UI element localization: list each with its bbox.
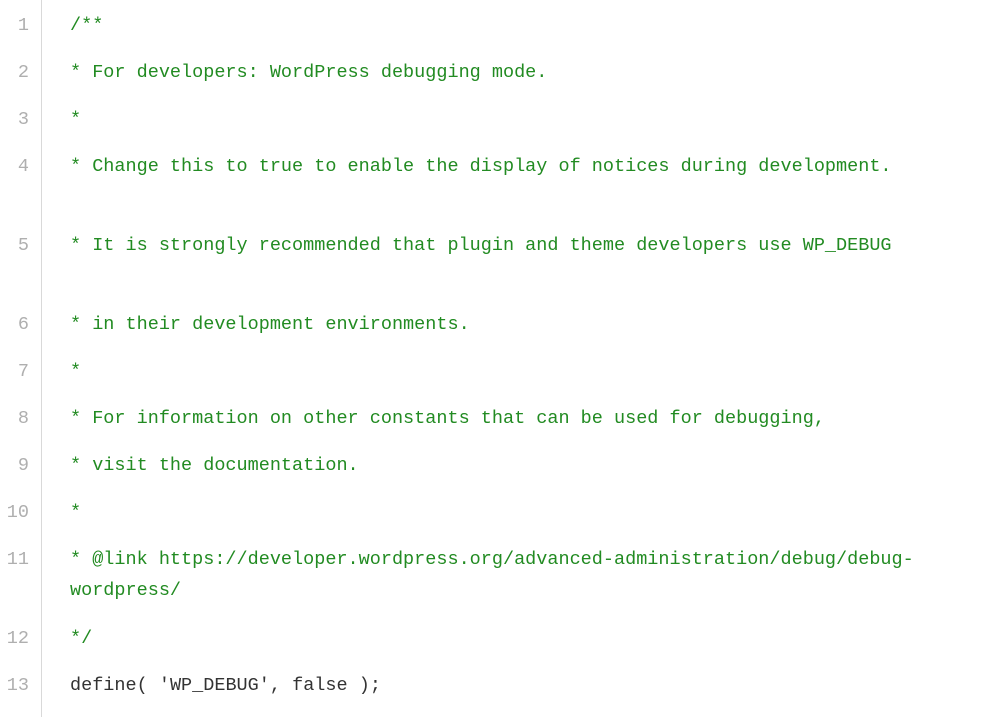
line-number: 6 — [0, 309, 29, 356]
code-token-comment: * Change this to true to enable the disp… — [70, 156, 892, 177]
code-line: * — [70, 356, 989, 403]
line-number: 8 — [0, 403, 29, 450]
code-token-comment: * For information on other constants tha… — [70, 408, 825, 429]
code-token-punct: ); — [348, 675, 381, 696]
line-number-gutter: 12345678910111213 — [0, 0, 42, 717]
line-number: 5 — [0, 230, 29, 309]
code-line: * For developers: WordPress debugging mo… — [70, 57, 989, 104]
code-line: /** — [70, 10, 989, 57]
code-line: define( 'WP_DEBUG', false ); — [70, 670, 989, 717]
line-number: 13 — [0, 670, 29, 717]
line-number: 2 — [0, 57, 29, 104]
code-token-punct: , — [270, 675, 292, 696]
code-line: * @link https://developer.wordpress.org/… — [70, 544, 989, 623]
code-token-comment: * @link https://developer.wordpress.org/… — [70, 549, 914, 601]
line-number: 10 — [0, 497, 29, 544]
code-token-punct: ( — [137, 675, 159, 696]
line-number: 4 — [0, 151, 29, 230]
code-line: * It is strongly recommended that plugin… — [70, 230, 989, 309]
line-number: 9 — [0, 450, 29, 497]
code-line: */ — [70, 623, 989, 670]
code-token-constant: false — [292, 675, 348, 696]
line-number: 7 — [0, 356, 29, 403]
code-block: 12345678910111213 /** * For developers: … — [0, 0, 999, 717]
code-token-string: 'WP_DEBUG' — [159, 675, 270, 696]
code-token-comment: /** — [70, 15, 103, 36]
code-token-comment: * — [70, 502, 81, 523]
line-number: 11 — [0, 544, 29, 623]
code-line: * For information on other constants tha… — [70, 403, 989, 450]
code-line: * in their development environments. — [70, 309, 989, 356]
code-token-comment: */ — [70, 628, 92, 649]
code-token-comment: * — [70, 361, 81, 382]
line-number: 1 — [0, 10, 29, 57]
code-line: * Change this to true to enable the disp… — [70, 151, 989, 230]
code-line: * — [70, 497, 989, 544]
code-token-comment: * in their development environments. — [70, 314, 470, 335]
code-token-comment: * For developers: WordPress debugging mo… — [70, 62, 547, 83]
code-line: * — [70, 104, 989, 151]
code-content[interactable]: /** * For developers: WordPress debuggin… — [42, 0, 999, 717]
code-line: * visit the documentation. — [70, 450, 989, 497]
code-token-comment: * visit the documentation. — [70, 455, 359, 476]
code-token-comment: * — [70, 109, 81, 130]
line-number: 3 — [0, 104, 29, 151]
code-token-func: define — [70, 675, 137, 696]
line-number: 12 — [0, 623, 29, 670]
code-token-comment: * It is strongly recommended that plugin… — [70, 235, 892, 256]
